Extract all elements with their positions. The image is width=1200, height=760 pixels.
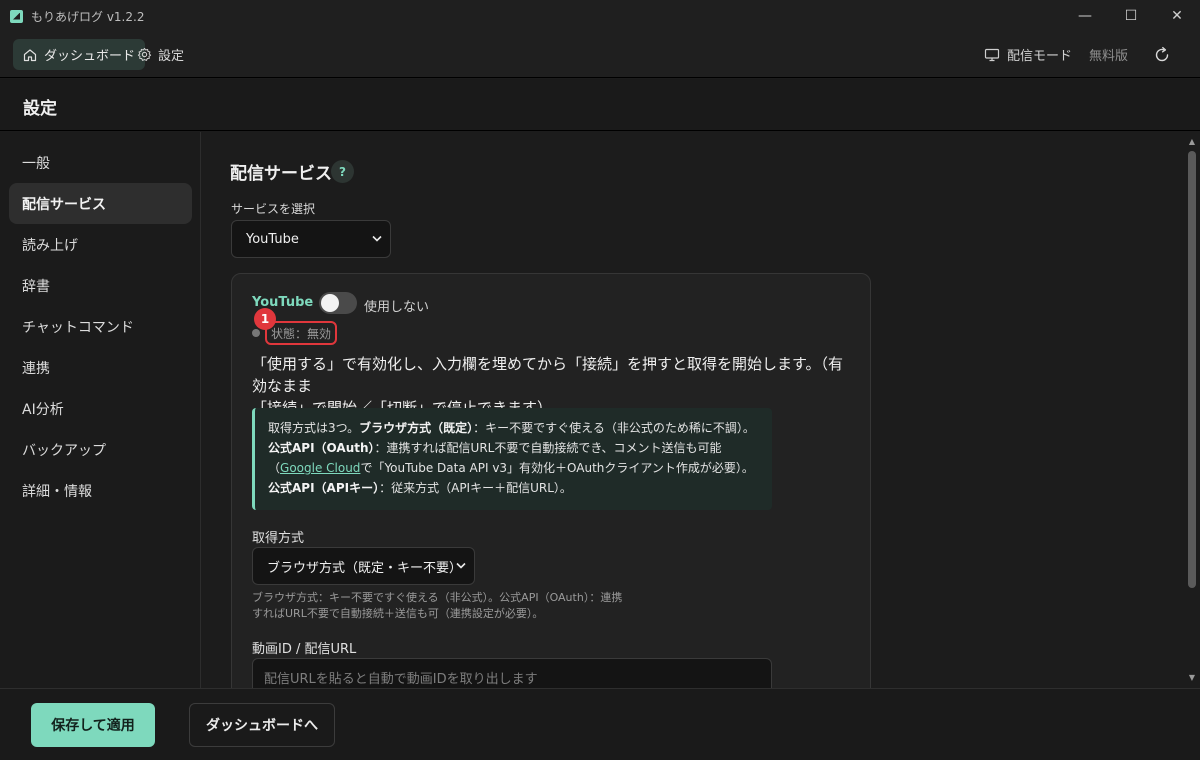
sidebar-item-backup[interactable]: バックアップ xyxy=(9,429,192,470)
google-cloud-link[interactable]: Google Cloud xyxy=(280,461,360,475)
method-select-value: ブラウザ方式（既定・キー不要） xyxy=(267,560,463,576)
scroll-up-arrow-icon[interactable]: ▲ xyxy=(1187,137,1197,147)
settings-sidebar: 一般 配信サービス 読み上げ 辞書 チャットコマンド 連携 AI分析 バックアッ… xyxy=(0,132,201,688)
maximize-button[interactable]: ☐ xyxy=(1108,0,1154,32)
video-id-label: 動画ID / 配信URL xyxy=(252,642,357,657)
sidebar-item-ai-analysis[interactable]: AI分析 xyxy=(9,388,192,429)
info-bold: 公式API（APIキー） xyxy=(268,481,380,495)
status-indicator-dot xyxy=(252,329,260,337)
free-edition-label: 無料版 xyxy=(1089,49,1129,64)
settings-main-panel: 配信サービス ? サービスを選択 YouTube YouTube 使用しない 状… xyxy=(202,132,1184,688)
page-title: 設定 xyxy=(23,99,57,119)
home-icon xyxy=(23,48,37,61)
service-select[interactable]: YouTube xyxy=(231,220,391,258)
service-select-label: サービスを選択 xyxy=(231,202,316,216)
nav-settings-button[interactable]: 設定 xyxy=(137,39,184,70)
save-apply-button[interactable]: 保存して適用 xyxy=(31,703,155,747)
window-title: もりあげログ v1.2.2 xyxy=(31,9,145,24)
video-id-input[interactable]: 配信URLを貼ると自動で動画IDを取り出します xyxy=(252,658,772,688)
chevron-down-icon xyxy=(456,562,466,569)
section-title: 配信サービス xyxy=(230,164,332,184)
minimize-button[interactable]: — xyxy=(1062,0,1108,32)
info-bold: 公式API（OAuth） xyxy=(268,441,375,455)
sidebar-item-general[interactable]: 一般 xyxy=(9,142,192,183)
refresh-button[interactable] xyxy=(1150,39,1174,70)
app-logo-icon xyxy=(10,9,23,23)
scrollbar-thumb[interactable] xyxy=(1188,151,1196,588)
refresh-icon xyxy=(1155,46,1169,61)
page-header: 設定 xyxy=(0,79,1200,131)
youtube-service-card: YouTube 使用しない 状態：無効 1 「使用する」で有効化し、入力欄を埋め… xyxy=(231,273,871,688)
use-toggle-label: 使用しない xyxy=(364,300,430,315)
use-toggle[interactable] xyxy=(319,292,357,314)
top-nav: ダッシュボード 設定 配信モード 無料版 xyxy=(0,32,1200,78)
broadcast-mode-button[interactable]: 配信モード xyxy=(984,39,1072,70)
info-text: ：キー不要ですぐ使える（非公式のため稀に不調）。 xyxy=(473,421,755,435)
sidebar-item-integration[interactable]: 連携 xyxy=(9,347,192,388)
info-callout: 取得方式は3つ。ブラウザ方式（既定）：キー不要ですぐ使える（非公式のため稀に不調… xyxy=(252,408,772,510)
hint-line: すればURL不要で自動接続＋送信も可（連携設定が必要）。 xyxy=(252,607,544,620)
info-text: ：従来方式（APIキー＋配信URL）。 xyxy=(379,481,572,495)
method-hint: ブラウザ方式：キー不要ですぐ使える（非公式）。公式API（OAuth）：連携 す… xyxy=(252,590,642,622)
annotation-badge: 1 xyxy=(254,308,276,330)
title-bar: もりあげログ v1.2.2 — ☐ ✕ xyxy=(0,0,1200,32)
nav-dashboard-button[interactable]: ダッシュボード xyxy=(13,39,146,70)
sidebar-item-details-info[interactable]: 詳細・情報 xyxy=(9,470,192,511)
go-to-dashboard-button[interactable]: ダッシュボードへ xyxy=(189,703,335,747)
gear-icon xyxy=(137,47,152,61)
monitor-icon xyxy=(984,48,1000,61)
info-text: で「YouTube Data API v3」有効化＋OAuthクライアント作成が… xyxy=(360,461,754,475)
info-bold: ブラウザ方式（既定） xyxy=(359,421,474,435)
window-controls: — ☐ ✕ xyxy=(1062,0,1200,32)
sidebar-item-dictionary[interactable]: 辞書 xyxy=(9,265,192,306)
close-button[interactable]: ✕ xyxy=(1154,0,1200,32)
info-text: 取得方式は3つ。 xyxy=(268,421,360,435)
status-text: 状態：無効 xyxy=(265,321,338,345)
nav-settings-label: 設定 xyxy=(158,49,185,64)
method-label: 取得方式 xyxy=(252,531,305,546)
service-select-value: YouTube xyxy=(246,231,299,247)
hint-line: ブラウザ方式：キー不要ですぐ使える（非公式）。公式API（OAuth）：連携 xyxy=(252,591,623,604)
main-scrollbar[interactable]: ▲ ▼ xyxy=(1184,132,1200,688)
scroll-down-arrow-icon[interactable]: ▼ xyxy=(1187,673,1197,683)
nav-dashboard-label: ダッシュボード xyxy=(44,49,136,64)
description-line: 「使用する」で有効化し、入力欄を埋めてから「接続」を押すと取得を開始します。（有… xyxy=(252,355,844,395)
sidebar-item-streaming-service[interactable]: 配信サービス xyxy=(9,183,192,224)
chevron-down-icon xyxy=(372,235,382,242)
method-select[interactable]: ブラウザ方式（既定・キー不要） xyxy=(252,547,475,585)
help-button[interactable]: ? xyxy=(331,160,354,183)
sidebar-item-read-aloud[interactable]: 読み上げ xyxy=(9,224,192,265)
footer-bar: 保存して適用 ダッシュボードへ xyxy=(0,688,1200,760)
broadcast-mode-label: 配信モード xyxy=(1007,49,1073,64)
sidebar-item-chat-command[interactable]: チャットコマンド xyxy=(9,306,192,347)
